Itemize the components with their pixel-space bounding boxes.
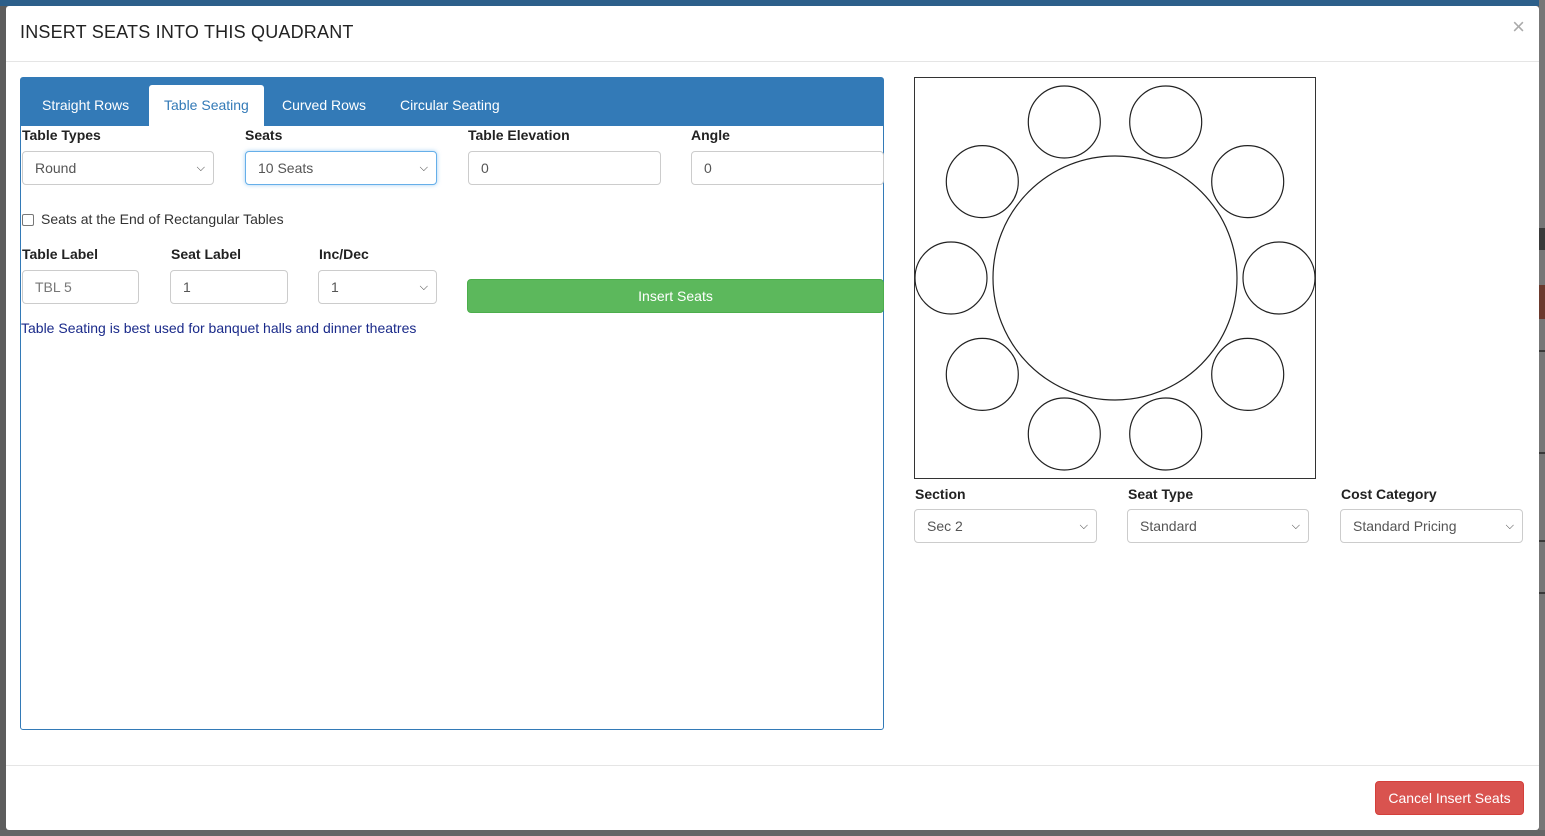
seat-shape xyxy=(1129,397,1203,471)
table-types-value: Round xyxy=(35,160,77,176)
seat-label-value: 1 xyxy=(183,279,191,295)
seat-shape xyxy=(1027,85,1101,159)
chevron-down-icon: ⌵ xyxy=(419,162,428,174)
seat-shape xyxy=(945,144,1019,219)
seat-type-label: Seat Type xyxy=(1128,486,1194,502)
seat-shape xyxy=(915,241,988,315)
table-elevation-label: Table Elevation xyxy=(468,127,570,143)
tab-curved-rows[interactable]: Curved Rows xyxy=(268,85,380,126)
seat-shape xyxy=(1211,144,1285,219)
table-label-placeholder: TBL 5 xyxy=(35,279,72,295)
seat-label-label: Seat Label xyxy=(171,246,242,262)
angle-label: Angle xyxy=(691,127,730,143)
tab-table-seating[interactable]: Table Seating xyxy=(149,85,264,126)
end-seats-checkbox[interactable] xyxy=(22,214,34,226)
seat-shape xyxy=(1211,337,1285,411)
tab-straight-rows[interactable]: Straight Rows xyxy=(28,85,143,126)
section-select[interactable]: Sec 2 ⌵ xyxy=(914,509,1097,543)
chevron-down-icon: ⌵ xyxy=(1079,520,1088,532)
table-label-input[interactable]: TBL 5 xyxy=(22,270,139,304)
table-elevation-value: 0 xyxy=(481,160,489,176)
background-app-edge xyxy=(1539,0,1545,836)
seating-preview xyxy=(914,77,1316,479)
modal-header: INSERT SEATS INTO THIS QUADRANT × xyxy=(6,6,1539,62)
cost-category-value: Standard Pricing xyxy=(1353,518,1457,534)
table-elevation-input[interactable]: 0 xyxy=(468,151,661,185)
chevron-down-icon: ⌵ xyxy=(196,162,205,174)
table-label-label: Table Label xyxy=(22,246,98,262)
chevron-down-icon: ⌵ xyxy=(419,281,428,293)
seat-shape xyxy=(1129,85,1203,159)
help-text: Table Seating is best used for banquet h… xyxy=(21,320,417,336)
table-types-label: Table Types xyxy=(22,127,101,143)
seat-type-select[interactable]: Standard ⌵ xyxy=(1127,509,1309,543)
seat-shape xyxy=(1027,397,1101,471)
seats-select[interactable]: 10 Seats ⌵ xyxy=(245,151,437,185)
angle-value: 0 xyxy=(704,160,712,176)
seat-label-input[interactable]: 1 xyxy=(170,270,288,304)
inc-dec-value: 1 xyxy=(331,279,339,295)
section-value: Sec 2 xyxy=(927,518,963,534)
close-icon[interactable]: × xyxy=(1512,16,1525,38)
cancel-insert-seats-button[interactable]: Cancel Insert Seats xyxy=(1375,781,1524,815)
seat-type-value: Standard xyxy=(1140,518,1197,534)
tab-circular-seating[interactable]: Circular Seating xyxy=(386,85,514,126)
modal-title: INSERT SEATS INTO THIS QUADRANT xyxy=(20,22,354,42)
table-types-select[interactable]: Round ⌵ xyxy=(22,151,214,185)
inc-dec-select[interactable]: 1 ⌵ xyxy=(318,270,437,304)
cost-category-select[interactable]: Standard Pricing ⌵ xyxy=(1340,509,1523,543)
insert-seats-modal: INSERT SEATS INTO THIS QUADRANT × Straig… xyxy=(6,6,1539,830)
tab-bar: Straight Rows Table Seating Curved Rows … xyxy=(21,78,883,126)
chevron-down-icon: ⌵ xyxy=(1291,520,1300,532)
section-label: Section xyxy=(915,486,966,502)
background-app-bottom xyxy=(0,830,1545,836)
seating-options-panel: Straight Rows Table Seating Curved Rows … xyxy=(20,77,884,730)
modal-footer: Cancel Insert Seats xyxy=(6,765,1539,830)
angle-input[interactable]: 0 xyxy=(691,151,884,185)
seats-value: 10 Seats xyxy=(258,160,314,176)
seat-shape xyxy=(1242,241,1315,315)
seats-label: Seats xyxy=(245,127,283,143)
chevron-down-icon: ⌵ xyxy=(1505,520,1514,532)
insert-seats-button[interactable]: Insert Seats xyxy=(467,279,884,313)
end-seats-label: Seats at the End of Rectangular Tables xyxy=(41,211,284,227)
seat-shape xyxy=(945,337,1019,411)
cost-category-label: Cost Category xyxy=(1341,486,1437,502)
table-shape xyxy=(992,155,1238,401)
seating-preview-svg xyxy=(915,85,1315,471)
inc-dec-label: Inc/Dec xyxy=(319,246,369,262)
